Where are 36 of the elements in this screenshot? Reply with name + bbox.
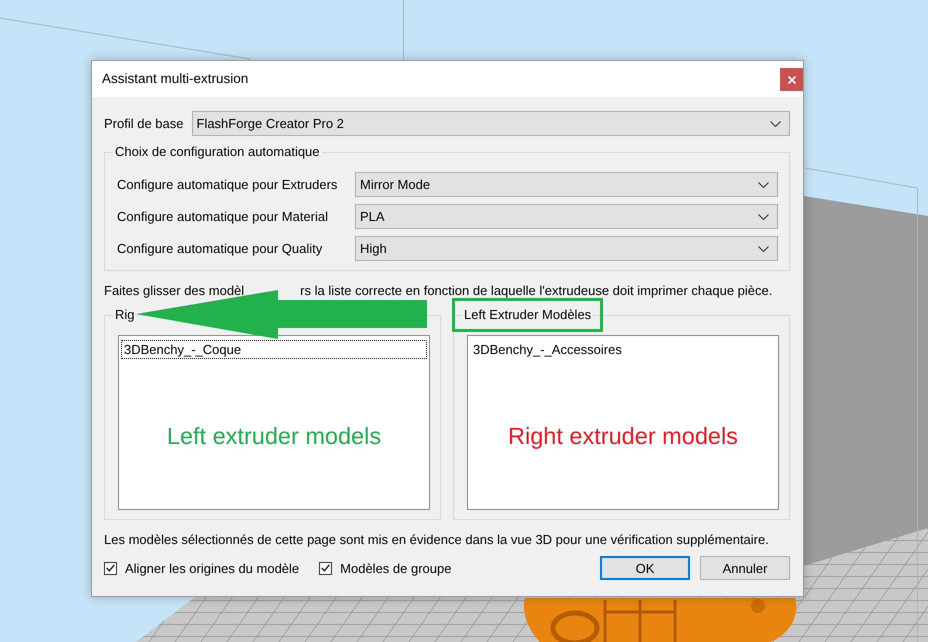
window-title: Assistant multi-extrusion	[102, 71, 248, 87]
group-title: Rig	[115, 307, 135, 322]
list-item[interactable]: 3DBenchy_-_Coque	[121, 340, 427, 359]
group-title: Left Extruder Modèles	[464, 307, 592, 322]
close-icon	[788, 76, 796, 84]
checkbox[interactable]	[319, 562, 332, 574]
checkbox[interactable]	[104, 562, 117, 574]
annotation-text: Right extruder models	[508, 422, 738, 450]
list-box[interactable]: 3DBenchy_-_Accessoires Right extruder models	[467, 335, 779, 510]
group-title: Choix de configuration automatique	[115, 144, 320, 159]
close-button[interactable]	[780, 68, 803, 91]
chevron-down-icon	[758, 182, 769, 188]
field-label: Configure automatique pour Quality	[117, 241, 324, 256]
chevron-down-icon	[758, 246, 769, 252]
instruction-text: Faites glisser des modèl	[104, 284, 244, 298]
checkbox-label[interactable]: Aligner les origines du modèle	[125, 560, 300, 576]
field-label: Configure automatique pour Material	[117, 209, 330, 224]
annotation-text: Left extruder models	[166, 422, 382, 450]
dialog-button[interactable]: OK	[600, 556, 690, 580]
info-text: Les modèles sélectionnés de cette page sont mis en évidence dans la vue 3D pour une vérification supplémentaire.	[104, 533, 770, 547]
dropdown[interactable]: FlashForge Creator Pro 2	[192, 111, 790, 136]
field-label: Profil de base	[104, 116, 184, 131]
instruction-text: rs la liste correcte en fonction de laquelle l'extrudeuse doit imprimer chaque pièce.	[300, 284, 772, 298]
list-box[interactable]: 3DBenchy_-_Coque Left extruder models	[118, 335, 430, 510]
checkmark-icon	[106, 564, 115, 572]
field-label: Configure automatique pour Extruders	[117, 177, 338, 192]
dropdown[interactable]: High	[355, 236, 778, 261]
dialog-button[interactable]: Annuler	[700, 556, 790, 580]
dropdown[interactable]: PLA	[355, 204, 778, 229]
list-item[interactable]: 3DBenchy_-_Accessoires	[470, 340, 776, 359]
checkmark-icon	[321, 564, 330, 572]
chevron-down-icon	[770, 120, 781, 126]
build-volume-edge	[403, 0, 404, 60]
dropdown[interactable]: Mirror Mode	[355, 172, 778, 197]
checkbox-label[interactable]: Modèles de groupe	[340, 560, 452, 576]
chevron-down-icon	[758, 214, 769, 220]
